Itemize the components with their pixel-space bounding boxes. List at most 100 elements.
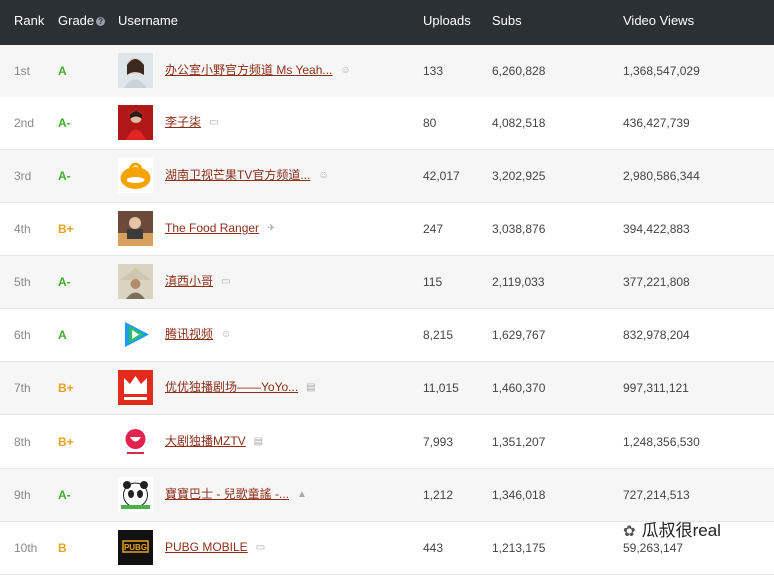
- channel-link[interactable]: 办公室小野官方频道 Ms Yeah... ☺: [165, 63, 351, 78]
- channel-name: The Food Ranger: [165, 221, 260, 235]
- table-row: 1st A 办公室小野官方频道 Ms Yeah... ☺ 133 6,260,828 1,3…: [0, 45, 774, 98]
- channel-link[interactable]: PUBG MOBILE ▭: [165, 540, 265, 555]
- views-cell: 997,311,121: [623, 381, 689, 395]
- subs-cell: 2,119,033: [492, 275, 545, 289]
- grade-cell: A-: [58, 275, 71, 289]
- chat-icon: ▭: [209, 117, 219, 128]
- rank-cell: 6th: [14, 328, 31, 342]
- uploads-header[interactable]: Uploads: [423, 13, 471, 29]
- rank-cell: 2nd: [14, 116, 35, 130]
- channel-name: 湖南卫视芒果TV官方频道...: [165, 168, 311, 182]
- views-cell: 59,263,147: [623, 541, 684, 555]
- subs-cell: 3,038,876: [492, 222, 546, 236]
- table-row: 5th A- 滇西小哥 ▭ 115 2,119,033 377,221,808: [0, 256, 774, 309]
- subs-cell: 1,629,767: [492, 328, 546, 342]
- rank-cell: 3rd: [14, 169, 32, 183]
- channel-link[interactable]: 湖南卫视芒果TV官方频道... ☺: [165, 168, 329, 183]
- help-icon[interactable]: ?: [96, 17, 106, 26]
- watermark-text: 瓜叔很real: [641, 521, 721, 540]
- rank-cell: 7th: [14, 381, 31, 395]
- channel-avatar[interactable]: [118, 317, 153, 352]
- channel-avatar[interactable]: [118, 370, 153, 405]
- rank-cell: 9th: [14, 488, 31, 502]
- views-cell: 1,248,356,530: [623, 435, 700, 449]
- rank-cell: 8th: [14, 435, 31, 449]
- channel-avatar[interactable]: [118, 105, 153, 140]
- table-row: 2nd A- 李子柒 ▭ 80 4,082,518 436,427,739: [0, 97, 774, 150]
- grade-cell: A-: [58, 488, 71, 502]
- channel-avatar[interactable]: [118, 53, 153, 88]
- rank-cell: 4th: [14, 222, 31, 236]
- channel-link[interactable]: 滇西小哥 ▭: [165, 274, 230, 289]
- table-row: 7th B+ 优优独播剧场——YoYo... ▤ 11,015 1,460,370 997,…: [0, 362, 774, 415]
- channel-name: 优优独播剧场——YoYo...: [165, 380, 299, 394]
- table-row: 8th B+ 大剧独播MZTV ▤ 7,993 1,351,207 1,248,356,53…: [0, 416, 774, 469]
- table-row: 3rd A- 湖南卫视芒果TV官方频道... ☺ 42,017 3,202,925 2,98…: [0, 150, 774, 203]
- subs-header[interactable]: Subs: [492, 13, 522, 29]
- uploads-cell: 115: [423, 275, 443, 289]
- channel-link[interactable]: 腾讯视频 ☺: [165, 327, 231, 342]
- table-header: Rank Grade? Username Uploads Subs Video …: [0, 0, 774, 45]
- channel-link[interactable]: The Food Ranger ✈: [165, 221, 275, 236]
- grade-cell: B+: [58, 381, 74, 395]
- channel-link[interactable]: 优优独播剧场——YoYo... ▤: [165, 380, 316, 395]
- views-cell: 377,221,808: [623, 275, 690, 289]
- wechat-icon: ✿: [623, 523, 636, 540]
- plane-icon: ✈: [267, 223, 276, 234]
- people-icon: ☺: [221, 329, 232, 340]
- chat-icon: ▭: [221, 276, 231, 287]
- grade-cell: A: [58, 64, 67, 78]
- channel-name: 滇西小哥: [165, 274, 214, 288]
- uploads-cell: 133: [423, 64, 444, 78]
- grade-cell: B+: [58, 222, 74, 236]
- subs-cell: 1,351,207: [492, 435, 546, 449]
- channel-link[interactable]: 大剧独播MZTV ▤: [165, 434, 263, 449]
- uploads-cell: 247: [423, 222, 444, 236]
- uploads-cell: 7,993: [423, 435, 454, 449]
- uploads-cell: 443: [423, 541, 444, 555]
- uploads-cell: 8,215: [423, 328, 454, 342]
- row-divider: [0, 414, 774, 415]
- channel-link[interactable]: 李子柒 ▭: [165, 115, 218, 130]
- channel-avatar[interactable]: [118, 424, 153, 459]
- views-cell: 1,368,547,029: [623, 64, 700, 78]
- rank-cell: 1st: [14, 64, 31, 78]
- video-views-header[interactable]: Video Views: [623, 13, 694, 29]
- channel-name: 寶寶巴士 - 兒歌童謠 -...: [165, 487, 289, 501]
- channel-avatar[interactable]: [118, 477, 153, 512]
- rank-header[interactable]: Rank: [14, 13, 44, 29]
- cap-icon: ▲: [297, 489, 307, 500]
- channel-name: 李子柒: [165, 115, 202, 129]
- views-cell: 394,422,883: [623, 222, 690, 236]
- channel-avatar[interactable]: [118, 211, 153, 246]
- channel-link[interactable]: 寶寶巴士 - 兒歌童謠 -... ▲: [165, 487, 307, 502]
- subs-cell: 3,202,925: [492, 169, 546, 183]
- watermark: ✿ 瓜叔很real: [623, 516, 721, 541]
- views-cell: 2,980,586,344: [623, 169, 700, 183]
- subs-cell: 1,346,018: [492, 488, 546, 502]
- table-row: 9th A- 寶寶巴士 - 兒歌童謠 -... ▲ 1,212 1,346,018 727,…: [0, 469, 774, 522]
- views-cell: 727,214,513: [623, 488, 690, 502]
- chat-icon: ▭: [255, 542, 266, 553]
- channel-avatar[interactable]: [118, 264, 153, 299]
- subs-cell: 4,082,518: [492, 116, 546, 130]
- film-icon: ▤: [253, 436, 264, 447]
- channel-avatar[interactable]: [118, 158, 153, 193]
- subs-cell: 6,260,828: [492, 64, 546, 78]
- subs-cell: 1,213,175: [492, 541, 546, 555]
- channel-avatar[interactable]: PUBG: [118, 530, 153, 565]
- grade-header[interactable]: Grade?: [58, 13, 106, 29]
- grade-cell: B: [58, 541, 67, 555]
- uploads-cell: 80: [423, 116, 437, 130]
- grade-header-label: Grade: [58, 13, 95, 28]
- channel-name: PUBG MOBILE: [165, 540, 248, 554]
- people-icon: ☺: [318, 170, 329, 181]
- svg-text:PUBG: PUBG: [124, 543, 147, 552]
- rank-cell: 10th: [14, 541, 38, 555]
- grade-cell: A: [58, 328, 67, 342]
- channel-name: 腾讯视频: [165, 327, 214, 341]
- views-cell: 436,427,739: [623, 116, 690, 130]
- username-header[interactable]: Username: [118, 13, 178, 29]
- people-icon: ☺: [340, 65, 351, 76]
- table-row: 4th B+ The Food Ranger ✈ 247 3,038,876 394,422…: [0, 203, 774, 256]
